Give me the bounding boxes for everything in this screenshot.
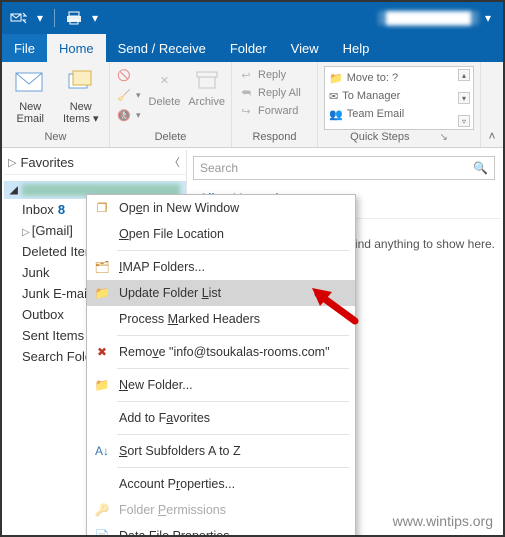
search-input[interactable]: Search 🔍 [193,156,495,180]
collapse-nav-icon[interactable]: 〈 [169,154,180,170]
gallery-up-icon[interactable]: ▴ [458,69,470,81]
ctx-data-file-properties[interactable]: 📄 Data File Properties... [87,523,355,537]
team-icon: 👥 [329,108,343,121]
blank-icon [93,409,111,427]
title-bar: ▾ ▾ ██████████ ▾ [2,2,503,34]
new-items-button[interactable]: New Items ▾ [59,66,104,125]
properties-icon: 📄 [93,527,111,537]
group-label-quicksteps: Quick Steps [350,131,409,143]
tab-help[interactable]: Help [331,34,382,62]
blank-icon [93,475,111,493]
ctx-account-properties[interactable]: Account Properties... [87,471,355,497]
gallery-more-icon[interactable]: ▿ [458,115,470,127]
account-name-obscured: ██████████ [378,11,479,25]
quick-steps-gallery[interactable]: 📁Move to: ? ✉To Manager 👥Team Email ▴ ▾ … [324,66,474,130]
junk-icon: 🚷 [116,107,132,123]
ignore-icon: 🚫 [116,67,132,83]
ctx-remove-account[interactable]: ✖ Remove "info@tsoukalas-rooms.com" [87,339,355,365]
sort-icon: A↓ [93,442,111,460]
mail-icon [14,66,46,98]
folder-tree-icon: 🗂 [93,258,111,276]
reply-button: ↩Reply [238,66,286,84]
new-email-button[interactable]: New Email [8,66,53,125]
ribbon-collapse-icon[interactable]: ˄ [481,62,503,147]
blank-icon [93,310,111,328]
forward-icon: ↪ [238,103,254,119]
delete-label: Delete [149,96,181,108]
watermark: www.wintips.org [393,513,493,529]
chevron-down-icon[interactable]: ◢ [10,185,18,196]
group-label-respond: Respond [238,131,311,145]
new-email-label: New Email [16,101,44,125]
ribbon: New Email New Items ▾ New 🚫 🧹▾ 🚷▾ [2,62,503,148]
chevron-down-icon[interactable]: ▾ [89,7,101,29]
dialog-launcher-icon[interactable]: ↘ [439,132,447,143]
tab-send-receive[interactable]: Send / Receive [106,34,218,62]
quickstep-move-to[interactable]: Move to: ? [347,72,398,84]
permissions-icon: 🔑 [93,501,111,519]
ignore-button: 🚫 [116,66,141,84]
delete-icon: ✕ [150,66,178,94]
group-label-new: New [8,131,103,145]
ctx-sort-subfolders[interactable]: A↓ Sort Subfolders A to Z [87,438,355,464]
chevron-down-icon[interactable]: ▾ [34,7,46,29]
ctx-add-to-favorites[interactable]: Add to Favorites [87,405,355,431]
gallery-down-icon[interactable]: ▾ [458,92,470,104]
ctx-open-new-window[interactable]: ❐ Open in New Window [87,195,355,221]
qat-sendreceive-icon[interactable] [8,7,30,29]
ctx-open-file-location[interactable]: Open File Location [87,221,355,247]
tab-home[interactable]: Home [47,34,106,62]
ctx-imap-folders[interactable]: 🗂 IMAP Folders... [87,254,355,280]
delete-button: ✕ Delete [147,66,183,108]
quickstep-team-email[interactable]: Team Email [347,108,404,120]
tab-file[interactable]: File [2,34,47,62]
archive-label: Archive [188,96,225,108]
new-items-icon [65,66,97,98]
cleanup-button: 🧹▾ [116,86,141,104]
cleanup-icon: 🧹 [116,87,132,103]
new-items-label: New Items ▾ [63,101,98,125]
new-folder-icon: 📁 [93,376,111,394]
ctx-new-folder[interactable]: 📁 New Folder... [87,372,355,398]
group-label-delete: Delete [116,131,225,145]
reply-icon: ↩ [238,67,254,83]
blank-icon [93,225,111,243]
quickstep-to-manager[interactable]: To Manager [342,90,400,102]
search-icon[interactable]: 🔍 [473,161,488,175]
mail-icon: ✉ [329,90,338,103]
reply-all-icon: ⮪ [238,85,254,101]
archive-button: Archive [188,66,225,108]
ribbon-tabs: File Home Send / Receive Folder View Hel… [2,34,503,62]
search-placeholder: Search [200,161,238,175]
forward-button: ↪Forward [238,102,298,120]
tab-folder[interactable]: Folder [218,34,279,62]
ctx-folder-permissions: 🔑 Folder Permissions [87,497,355,523]
ctx-process-marked-headers[interactable]: Process Marked Headers [87,306,355,332]
reply-all-button: ⮪Reply All [238,84,301,102]
window-icon: ❐ [93,199,111,217]
ctx-update-folder-list[interactable]: 📁 Update Folder List [87,280,355,306]
favorites-header[interactable]: Favorites [20,155,73,170]
archive-icon [193,66,221,94]
folder-icon: 📁 [93,284,111,302]
folder-move-icon: 📁 [329,72,343,85]
qat-print-icon[interactable] [63,7,85,29]
tab-view[interactable]: View [279,34,331,62]
folder-context-menu: ❐ Open in New Window Open File Location … [86,194,356,537]
chevron-right-icon[interactable]: ▷ [8,156,16,169]
chevron-down-icon[interactable]: ▾ [479,11,497,25]
remove-icon: ✖ [93,343,111,361]
junk-button: 🚷▾ [116,106,141,124]
